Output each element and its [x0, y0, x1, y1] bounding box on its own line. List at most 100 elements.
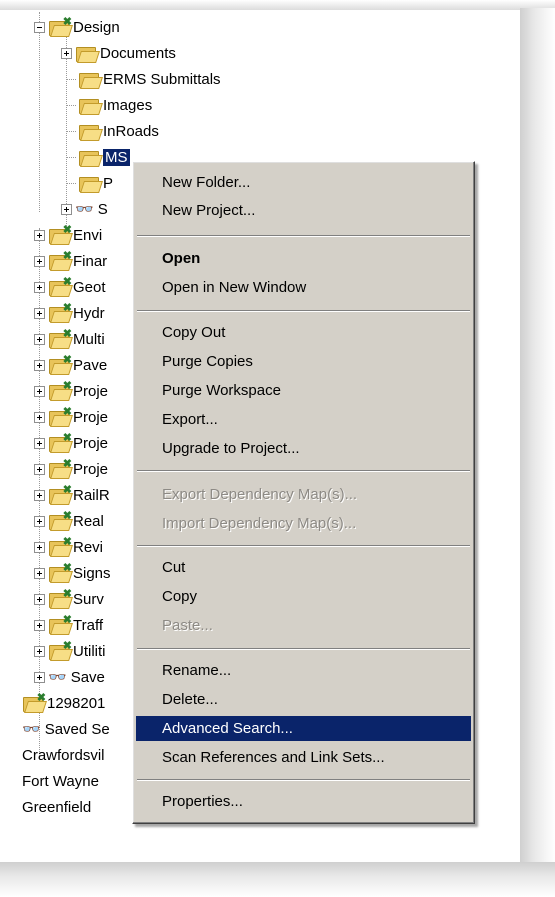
- menu-item-open-new-window[interactable]: Open in New Window: [136, 275, 471, 300]
- menu-item-cut[interactable]: Cut: [136, 555, 471, 580]
- tree-node-label: ERMS Submittals: [103, 70, 221, 88]
- expand-icon[interactable]: [61, 47, 72, 59]
- tree-node-folder[interactable]: ✖ Traff: [34, 612, 103, 638]
- tree-connector: [66, 78, 76, 80]
- menu-item-export[interactable]: Export...: [136, 407, 471, 432]
- tree-node-office[interactable]: Crawfordsvil: [22, 742, 105, 768]
- tree-node-folder[interactable]: ✖ Surv: [34, 586, 104, 612]
- tree-node-label: Envi: [73, 226, 103, 244]
- folder-icon: [78, 122, 103, 141]
- tree-node-label: InRoads: [103, 122, 159, 140]
- expand-icon[interactable]: [34, 411, 45, 423]
- tree-node-label: RailR: [73, 486, 110, 504]
- tree-node-folder[interactable]: ✖ Geot: [34, 274, 106, 300]
- project-folder-icon: ✖: [48, 17, 73, 37]
- tree-node-label-selected: MS: [103, 148, 130, 166]
- expand-icon[interactable]: [34, 463, 45, 475]
- expand-icon[interactable]: [34, 619, 45, 631]
- expand-icon[interactable]: [34, 593, 45, 605]
- expand-icon[interactable]: [34, 281, 45, 293]
- menu-item-upgrade-to-project[interactable]: Upgrade to Project...: [136, 436, 471, 461]
- project-folder-icon: ✖: [48, 329, 73, 349]
- tree-node-folder[interactable]: ✖ Real: [34, 508, 104, 534]
- tree-node-label: Hydr: [73, 304, 105, 322]
- tree-node-folder[interactable]: ✖ Envi: [34, 222, 102, 248]
- tree-node-folder[interactable]: ✖ Signs: [34, 560, 111, 586]
- tree-node-label: Finar: [73, 252, 108, 270]
- expand-icon[interactable]: [34, 385, 45, 397]
- expand-icon[interactable]: [34, 645, 45, 657]
- menu-item-scan-references[interactable]: Scan References and Link Sets...: [136, 745, 471, 770]
- tree-node-folder[interactable]: ✖ RailR: [34, 482, 110, 508]
- tree-node-label: P: [103, 174, 114, 192]
- menu-item-advanced-search[interactable]: Advanced Search...: [136, 716, 471, 741]
- expand-icon[interactable]: [34, 229, 45, 241]
- menu-separator: [137, 779, 470, 781]
- expand-icon[interactable]: [34, 671, 45, 683]
- menu-separator: [137, 235, 470, 237]
- expand-icon[interactable]: [34, 489, 45, 501]
- tree-node-inroads[interactable]: InRoads: [66, 118, 159, 144]
- tree-node-label: Proje: [73, 408, 109, 426]
- tree-node-folder[interactable]: ✖ Multi: [34, 326, 105, 352]
- tree-node-label: Traff: [73, 616, 104, 634]
- expand-icon[interactable]: [34, 567, 45, 579]
- tree-node-folder[interactable]: ✖ Proje: [34, 430, 108, 456]
- expand-icon[interactable]: [34, 307, 45, 319]
- expand-icon[interactable]: [34, 255, 45, 267]
- tree-node-office[interactable]: Fort Wayne: [22, 768, 99, 794]
- tree-node-label: Geot: [73, 278, 106, 296]
- tree-node-folder[interactable]: ✖ Proje: [34, 456, 108, 482]
- folder-icon: [75, 44, 100, 63]
- tree-node-documents[interactable]: Documents: [61, 40, 176, 66]
- tree-node-label: Save: [70, 668, 105, 686]
- tree-node-folder[interactable]: ✖ Proje: [34, 378, 108, 404]
- tree-node-folder[interactable]: ✖ Pave: [34, 352, 107, 378]
- tree-node-folder[interactable]: ✖ Hydr: [34, 300, 105, 326]
- tree-node-design[interactable]: ✖ Design: [34, 14, 120, 40]
- binoculars-icon: 👓: [75, 201, 94, 218]
- expand-icon[interactable]: [34, 333, 45, 345]
- expand-icon[interactable]: [34, 437, 45, 449]
- project-folder-icon: ✖: [48, 641, 73, 661]
- tree-node-folder[interactable]: ✖ Utiliti: [34, 638, 106, 664]
- menu-item-delete[interactable]: Delete...: [136, 687, 471, 712]
- project-folder-icon: ✖: [48, 355, 73, 375]
- menu-item-rename[interactable]: Rename...: [136, 658, 471, 683]
- project-folder-icon: ✖: [48, 433, 73, 453]
- project-folder-icon: ✖: [48, 537, 73, 557]
- menu-item-new-folder[interactable]: New Folder...: [136, 170, 471, 195]
- tree-connector: [66, 156, 76, 158]
- tree-node-saved-searches[interactable]: 👓 Saved Se: [22, 716, 110, 742]
- tree-node-folder[interactable]: ✖ Finar: [34, 248, 107, 274]
- menu-item-open[interactable]: Open: [136, 246, 471, 271]
- tree-node-images[interactable]: Images: [66, 92, 152, 118]
- expand-icon[interactable]: [34, 541, 45, 553]
- collapse-icon[interactable]: [34, 21, 45, 33]
- expand-icon[interactable]: [61, 203, 72, 215]
- tree-node-label: Design: [73, 18, 120, 36]
- tree-node-ms[interactable]: MS: [66, 144, 130, 170]
- expand-icon[interactable]: [34, 359, 45, 371]
- tree-node-saved-searches[interactable]: 👓 Save: [34, 664, 105, 690]
- menu-item-purge-workspace[interactable]: Purge Workspace: [136, 378, 471, 403]
- tree-node-label: Greenfield: [22, 798, 92, 816]
- tree-node-folder[interactable]: ✖ Proje: [34, 404, 108, 430]
- menu-item-paste: Paste...: [162, 617, 213, 634]
- binoculars-icon: 👓: [22, 721, 41, 738]
- tree-node-p[interactable]: P: [66, 170, 113, 196]
- menu-separator: [137, 310, 470, 312]
- menu-item-purge-copies[interactable]: Purge Copies: [136, 349, 471, 374]
- tree-node-folder[interactable]: ✖ Revi: [34, 534, 103, 560]
- tree-node-project[interactable]: ✖ 1298201: [22, 690, 105, 716]
- menu-item-copy-out[interactable]: Copy Out: [136, 320, 471, 345]
- expand-icon[interactable]: [34, 515, 45, 527]
- tree-node-erms-submittals[interactable]: ERMS Submittals: [66, 66, 221, 92]
- tree-node-saved-searches[interactable]: 👓 S: [61, 196, 108, 222]
- menu-item-new-project[interactable]: New Project...: [136, 198, 471, 223]
- menu-separator: [137, 470, 470, 472]
- menu-item-copy[interactable]: Copy: [136, 584, 471, 609]
- menu-item-properties[interactable]: Properties...: [136, 789, 471, 814]
- tree-node-office[interactable]: Greenfield: [22, 794, 91, 820]
- tree-node-label: Crawfordsvil: [22, 746, 105, 764]
